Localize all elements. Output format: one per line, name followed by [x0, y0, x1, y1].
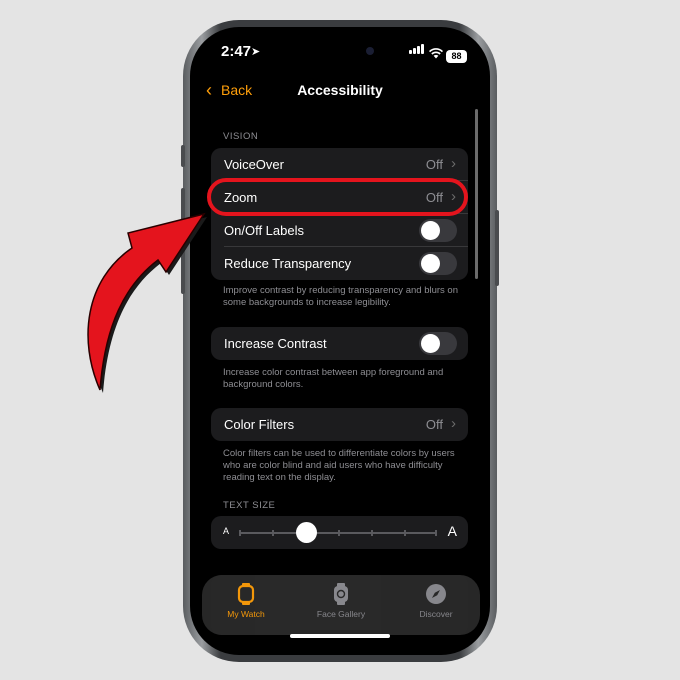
zoom-highlight-outline: [207, 178, 468, 216]
tab-discover[interactable]: Discover: [396, 583, 476, 619]
dynamic-island: [300, 38, 390, 64]
status-time: 2:47: [221, 43, 252, 60]
slider-tick: [371, 530, 373, 536]
contrast-group: Increase Contrast: [211, 327, 468, 360]
text-size-group: A A: [211, 516, 468, 549]
voiceover-row[interactable]: VoiceOver Off ›: [211, 148, 468, 181]
color-filters-group: Color Filters Off ›: [211, 408, 468, 441]
toggle-knob: [421, 254, 440, 273]
home-indicator[interactable]: [290, 634, 390, 638]
tab-label: Discover: [419, 609, 453, 619]
tab-bar: My Watch Face Gallery Discover: [202, 575, 480, 635]
scroll-indicator[interactable]: [475, 109, 478, 279]
increase-contrast-label: Increase Contrast: [224, 336, 327, 351]
reduce-transparency-label: Reduce Transparency: [224, 256, 352, 271]
page-title: Accessibility: [297, 82, 383, 98]
toggle-knob: [421, 334, 440, 353]
text-size-large-label: A: [447, 523, 457, 539]
location-icon: ➤: [251, 46, 261, 58]
red-arrow-icon: [87, 212, 207, 393]
wifi-icon: [429, 48, 443, 59]
color-filters-label: Color Filters: [224, 417, 295, 432]
color-filters-description: Color filters can be used to differentia…: [223, 448, 455, 483]
tab-label: My Watch: [227, 609, 265, 619]
reduce-transparency-toggle[interactable]: [419, 252, 457, 275]
text-size-small-label: A: [223, 526, 230, 536]
text-size-header: TEXT SIZE: [223, 500, 276, 511]
reduce-transparency-row: Reduce Transparency: [211, 247, 468, 280]
watch-icon: [237, 583, 255, 605]
chevron-right-icon: ›: [451, 155, 456, 172]
phone-screen: 2:47 ➤ 88 ‹ Back Accessibility VISION Vo…: [190, 27, 490, 655]
tab-my-watch[interactable]: My Watch: [206, 583, 286, 619]
text-size-slider[interactable]: [239, 530, 437, 536]
compass-icon: [426, 584, 446, 604]
increase-contrast-toggle[interactable]: [419, 332, 457, 355]
chevron-right-icon: ›: [451, 415, 456, 432]
toggle-knob: [421, 221, 440, 240]
slider-tick: [272, 530, 274, 536]
slider-tick: [404, 530, 406, 536]
camera-icon: [366, 47, 374, 55]
battery-icon: 88: [446, 50, 467, 63]
increase-contrast-row: Increase Contrast: [211, 327, 468, 360]
tab-label: Face Gallery: [316, 609, 366, 619]
onoff-labels-toggle[interactable]: [419, 219, 457, 242]
slider-tick: [435, 530, 437, 536]
power-button: [495, 210, 499, 286]
transparency-description: Improve contrast by reducing transparenc…: [223, 285, 458, 308]
face-gallery-icon: [334, 583, 348, 605]
vision-header: VISION: [223, 131, 259, 142]
voiceover-label: VoiceOver: [224, 157, 284, 172]
onoff-labels-label: On/Off Labels: [224, 223, 304, 238]
voiceover-value: Off: [425, 157, 443, 172]
color-filters-value: Off: [425, 417, 443, 432]
color-filters-row[interactable]: Color Filters Off ›: [211, 408, 468, 441]
action-button: [181, 145, 185, 167]
tab-face-gallery[interactable]: Face Gallery: [301, 583, 381, 619]
slider-tick: [239, 530, 241, 536]
slider-tick: [338, 530, 340, 536]
onoff-labels-row: On/Off Labels: [211, 214, 468, 247]
text-size-slider-knob[interactable]: [296, 522, 317, 543]
contrast-description: Increase color contrast between app fore…: [223, 367, 444, 390]
